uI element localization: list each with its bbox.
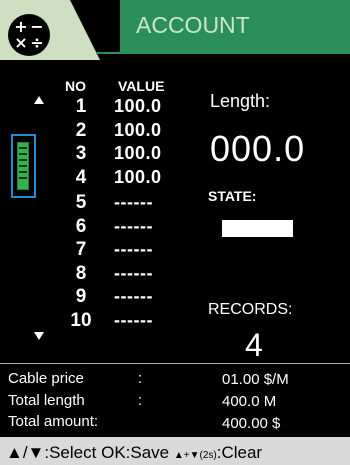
record-value[interactable]: ------ bbox=[114, 239, 153, 260]
scroll-down-icon[interactable] bbox=[34, 332, 44, 340]
records-count: 4 bbox=[245, 327, 263, 363]
scroll-up-icon[interactable] bbox=[34, 96, 44, 104]
multiply-symbol: × bbox=[14, 33, 28, 52]
total-amount-value: 400.00 $ bbox=[222, 415, 281, 432]
footer-hints: ▲/▼:Select OK:Save ▲+▼(2s):Clear bbox=[6, 443, 262, 463]
page-title: ACCOUNT bbox=[136, 12, 250, 38]
record-value[interactable]: 100.0 bbox=[114, 96, 162, 117]
record-value[interactable]: ------ bbox=[114, 263, 153, 284]
record-number: 10 bbox=[70, 310, 92, 331]
clear-keys-hint: ▲+▼(2s) bbox=[173, 450, 217, 461]
divider bbox=[0, 363, 350, 364]
record-value[interactable]: ------ bbox=[114, 310, 153, 331]
record-value[interactable]: 100.0 bbox=[114, 167, 162, 188]
record-number: 4 bbox=[75, 167, 87, 188]
clear-hint: :Clear bbox=[216, 443, 263, 462]
record-value[interactable]: 100.0 bbox=[114, 143, 162, 164]
record-number: 8 bbox=[75, 263, 87, 284]
battery-icon bbox=[11, 134, 36, 198]
total-amount-label: Total amount: bbox=[8, 413, 99, 430]
cable-price-value: 01.00 $/M bbox=[222, 371, 289, 388]
total-length-colon: : bbox=[138, 392, 143, 409]
record-number: 7 bbox=[75, 239, 87, 260]
length-label: Length: bbox=[210, 91, 271, 111]
record-number: 9 bbox=[75, 286, 87, 307]
total-length-value: 400.0 M bbox=[222, 393, 277, 410]
state-label: STATE: bbox=[208, 188, 257, 204]
calculator-icon[interactable]: + − × ÷ bbox=[8, 14, 50, 56]
record-value[interactable]: ------ bbox=[114, 192, 153, 213]
select-hint: ▲/▼:Select bbox=[6, 443, 97, 462]
value-column-header: VALUE bbox=[118, 78, 165, 94]
state-indicator bbox=[222, 220, 293, 237]
title-underline bbox=[96, 52, 350, 54]
length-value: 000.0 bbox=[210, 128, 306, 169]
record-number: 2 bbox=[75, 120, 87, 141]
cable-price-label: Cable price bbox=[8, 370, 84, 387]
record-value[interactable]: ------ bbox=[114, 216, 153, 237]
cable-price-colon: : bbox=[138, 370, 143, 387]
record-value[interactable]: ------ bbox=[114, 286, 153, 307]
record-number: 3 bbox=[75, 143, 87, 164]
save-hint: OK:Save bbox=[101, 443, 170, 462]
divide-symbol: ÷ bbox=[30, 33, 44, 52]
header: + − × ÷ ACCOUNT bbox=[0, 0, 350, 60]
record-number: 5 bbox=[75, 192, 87, 213]
battery-level bbox=[17, 142, 29, 190]
record-number: 6 bbox=[75, 216, 87, 237]
no-column-header: NO bbox=[65, 78, 86, 94]
record-value[interactable]: 100.0 bbox=[114, 120, 162, 141]
record-number: 1 bbox=[75, 96, 87, 117]
total-length-label: Total length bbox=[8, 392, 85, 409]
records-label: RECORDS: bbox=[208, 301, 293, 318]
